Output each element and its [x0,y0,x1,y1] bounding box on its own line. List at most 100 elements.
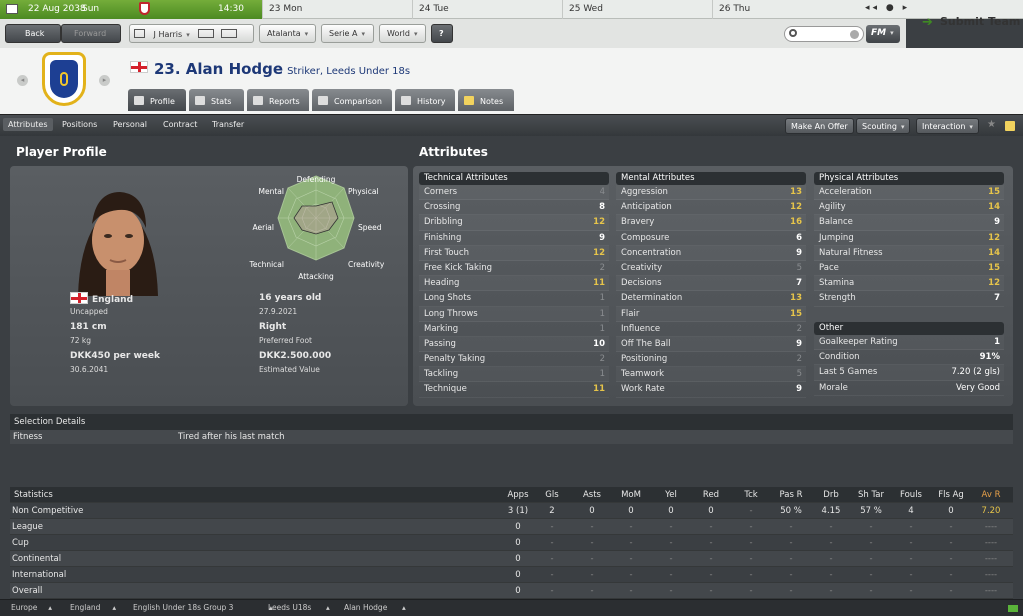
column-header[interactable]: Av R [971,490,1011,500]
player-subtitle[interactable]: Striker, Leeds Under 18s [287,66,410,77]
attribute-row[interactable]: Last 5 Games 7.20 (2 gls) [814,365,1004,381]
fm-menu-button[interactable]: FM ▾ [866,25,900,43]
column-header[interactable]: Asts [572,490,612,500]
calendar-day[interactable]: 23 Mon [262,0,412,19]
attribute-row[interactable]: Stamina 12 [814,276,1004,292]
attribute-row[interactable]: Natural Fitness 14 [814,246,1004,261]
breadcrumb-item[interactable]: English Under 18s Group 3 [133,603,233,612]
attribute-row[interactable]: Creativity 5 [616,261,806,277]
submit-team-button[interactable]: ➔ Submit Team [906,10,1023,34]
attribute-row[interactable]: Decisions 7 [616,276,806,292]
column-header[interactable]: Statistics [14,490,53,500]
nationality[interactable]: England [70,292,133,305]
note-add-icon[interactable] [1005,121,1015,131]
attribute-row[interactable]: First Touch 12 [419,246,609,261]
table-row[interactable]: International 0- - - - - - - - - - - ---- [10,567,1013,583]
attribute-row[interactable]: Finishing 9 [419,231,609,246]
tab-comparison[interactable]: Comparison [312,89,392,111]
table-row[interactable]: Overall 0- - - - - - - - - - - ---- [10,583,1013,599]
league-dropdown[interactable]: Serie A ▾ [321,24,374,43]
tab-stats[interactable]: Stats [189,89,244,111]
attribute-row[interactable]: Influence 2 [616,322,806,337]
previous-player-icon[interactable]: ◂ [17,75,28,86]
attribute-row[interactable]: Crossing 8 [419,200,609,216]
attribute-row[interactable]: Heading 11 [419,276,609,292]
attribute-row[interactable]: Free Kick Taking 2 [419,261,609,277]
search-input[interactable] [784,26,864,42]
attribute-row[interactable]: Corners 4 [419,185,609,201]
attribute-row[interactable]: Concentration 9 [616,246,806,261]
chevron-up-icon[interactable]: ▴ [326,603,330,612]
calendar-nav-icon[interactable]: ◂◂ ● ▸ [865,3,910,13]
chevron-up-icon[interactable]: ▴ [48,603,52,612]
world-dropdown[interactable]: World ▾ [379,24,426,43]
attribute-row[interactable]: Agility 14 [814,200,1004,216]
attribute-row[interactable]: Technique 11 [419,382,609,398]
attribute-row[interactable]: Work Rate 9 [616,382,806,398]
star-icon[interactable]: ★ [987,119,996,130]
column-header[interactable]: Sh Tar [851,490,891,500]
clear-icon[interactable] [850,30,859,39]
attribute-row[interactable]: Pace 15 [814,261,1004,277]
attribute-row[interactable]: Balance 9 [814,215,1004,231]
club-dropdown[interactable]: Atalanta ▾ [259,24,316,43]
attribute-row[interactable]: Dribbling 12 [419,215,609,231]
column-header[interactable]: Pas R [771,490,811,500]
column-header[interactable]: Gls [532,490,572,500]
forward-button[interactable]: Forward [61,24,121,43]
subnav-contract[interactable]: Contract [163,120,197,129]
table-row[interactable]: Non Competitive 3 (1) 2 0 0 0 0-50 % 4.15 57 % 4 0… [10,503,1013,519]
chevron-up-icon[interactable]: ▴ [112,603,116,612]
subnav-transfer[interactable]: Transfer [212,120,244,129]
attribute-row[interactable]: Positioning 2 [616,352,806,368]
column-header[interactable]: Fouls [891,490,931,500]
attribute-row[interactable]: Aggression 13 [616,185,806,201]
attribute-row[interactable]: Composure 6 [616,231,806,246]
inbox-icon[interactable] [198,29,215,38]
calendar-day[interactable]: 25 Wed [562,0,712,19]
calendar-day[interactable]: 24 Tue [412,0,562,19]
chevron-up-icon[interactable]: ▴ [402,603,406,612]
column-header[interactable]: Fls Ag [931,490,971,500]
news-icon[interactable] [220,29,237,38]
attribute-row[interactable]: Tackling 1 [419,367,609,383]
help-button[interactable]: ? [431,24,453,43]
attribute-row[interactable]: Flair 15 [616,307,806,322]
attribute-row[interactable]: Long Shots 1 [419,291,609,307]
interaction-dropdown[interactable]: Interaction ▾ [916,118,979,134]
calendar-icon[interactable] [6,4,18,14]
attribute-row[interactable]: Penalty Taking 2 [419,352,609,368]
scouting-dropdown[interactable]: Scouting ▾ [856,118,911,134]
attribute-row[interactable]: Morale Very Good [814,381,1004,396]
attribute-row[interactable]: Teamwork 5 [616,367,806,383]
subnav-personal[interactable]: Personal [113,120,147,129]
attribute-row[interactable]: Strength 7 [814,291,1004,307]
breadcrumb-item[interactable]: Europe [11,603,37,612]
back-button[interactable]: Back [5,24,61,43]
attribute-row[interactable]: Long Throws 1 [419,307,609,322]
current-date-panel[interactable]: 22 Aug 2038 Sun 14:30 [0,0,262,19]
attribute-row[interactable]: Off The Ball 9 [616,337,806,353]
table-row[interactable]: League 0- - - - - - - - - - - ---- [10,519,1013,535]
column-header[interactable]: Red [691,490,731,500]
column-header[interactable]: MoM [611,490,651,500]
column-header[interactable]: Tck [731,490,771,500]
table-row[interactable]: Cup 0- - - - - - - - - - - ---- [10,535,1013,551]
subnav-positions[interactable]: Positions [62,120,97,129]
tab-history[interactable]: History [395,89,455,111]
attribute-row[interactable]: Jumping 12 [814,231,1004,246]
attribute-row[interactable]: Anticipation 12 [616,200,806,216]
calendar-day[interactable]: 26 Thu [712,0,857,19]
attribute-row[interactable]: Bravery 16 [616,215,806,231]
attribute-row[interactable]: Determination 13 [616,291,806,307]
breadcrumb-item[interactable]: England [70,603,100,612]
tab-notes[interactable]: Notes [458,89,514,111]
tab-reports[interactable]: Reports [247,89,309,111]
next-player-icon[interactable]: ▸ [99,75,110,86]
attribute-row[interactable]: Passing 10 [419,337,609,353]
subnav-attributes[interactable]: Attributes [3,118,53,131]
table-row[interactable]: Continental 0- - - - - - - - - - - ---- [10,551,1013,567]
attribute-row[interactable]: Marking 1 [419,322,609,337]
column-header[interactable]: Drb [811,490,851,500]
attribute-row[interactable]: Condition 91% [814,350,1004,366]
